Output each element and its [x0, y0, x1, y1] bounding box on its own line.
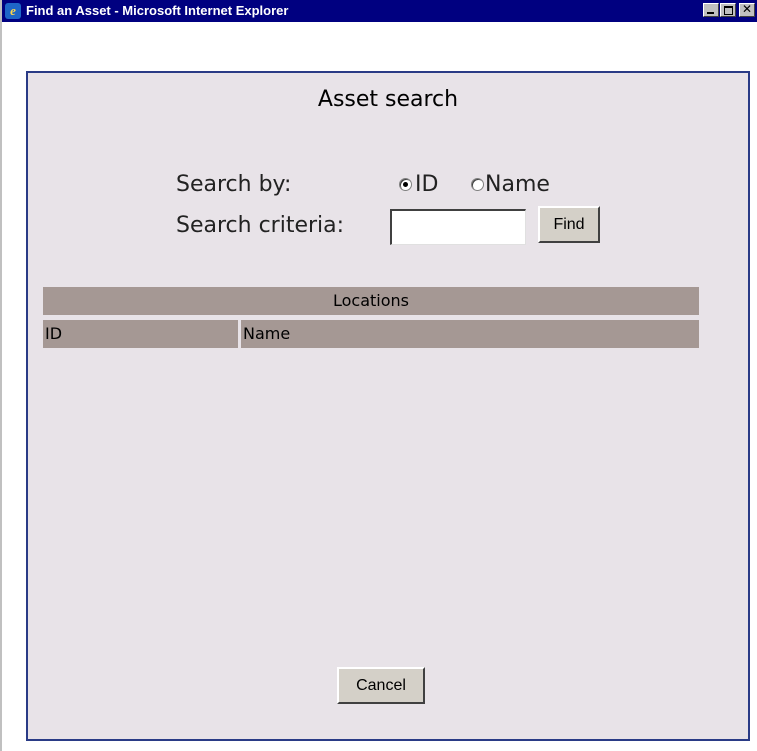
radio-name-label[interactable]: Name — [485, 172, 550, 197]
column-header-id: ID — [43, 320, 238, 348]
close-button[interactable] — [739, 2, 755, 17]
internet-explorer-icon: e — [5, 3, 21, 19]
page-title: Asset search — [317, 87, 459, 112]
locations-table-title: Locations — [43, 287, 699, 315]
minimize-button[interactable] — [703, 3, 719, 17]
asset-search-panel: Asset search Search by: ID Name Search c… — [26, 71, 750, 741]
search-by-label: Search by: — [176, 172, 292, 197]
results-list — [43, 351, 699, 651]
find-button[interactable]: Find — [538, 206, 600, 243]
browser-window: e Find an Asset - Microsoft Internet Exp… — [0, 0, 757, 751]
cancel-button[interactable]: Cancel — [337, 667, 425, 704]
maximize-button[interactable] — [720, 3, 736, 17]
radio-id-label[interactable]: ID — [415, 172, 438, 197]
search-criteria-label: Search criteria: — [176, 213, 345, 238]
radio-id[interactable] — [399, 178, 412, 191]
column-header-name: Name — [241, 320, 699, 348]
radio-name[interactable] — [471, 178, 484, 191]
title-bar[interactable]: e Find an Asset - Microsoft Internet Exp… — [2, 0, 757, 22]
search-criteria-input[interactable] — [390, 209, 526, 245]
window-title: Find an Asset - Microsoft Internet Explo… — [26, 3, 289, 18]
